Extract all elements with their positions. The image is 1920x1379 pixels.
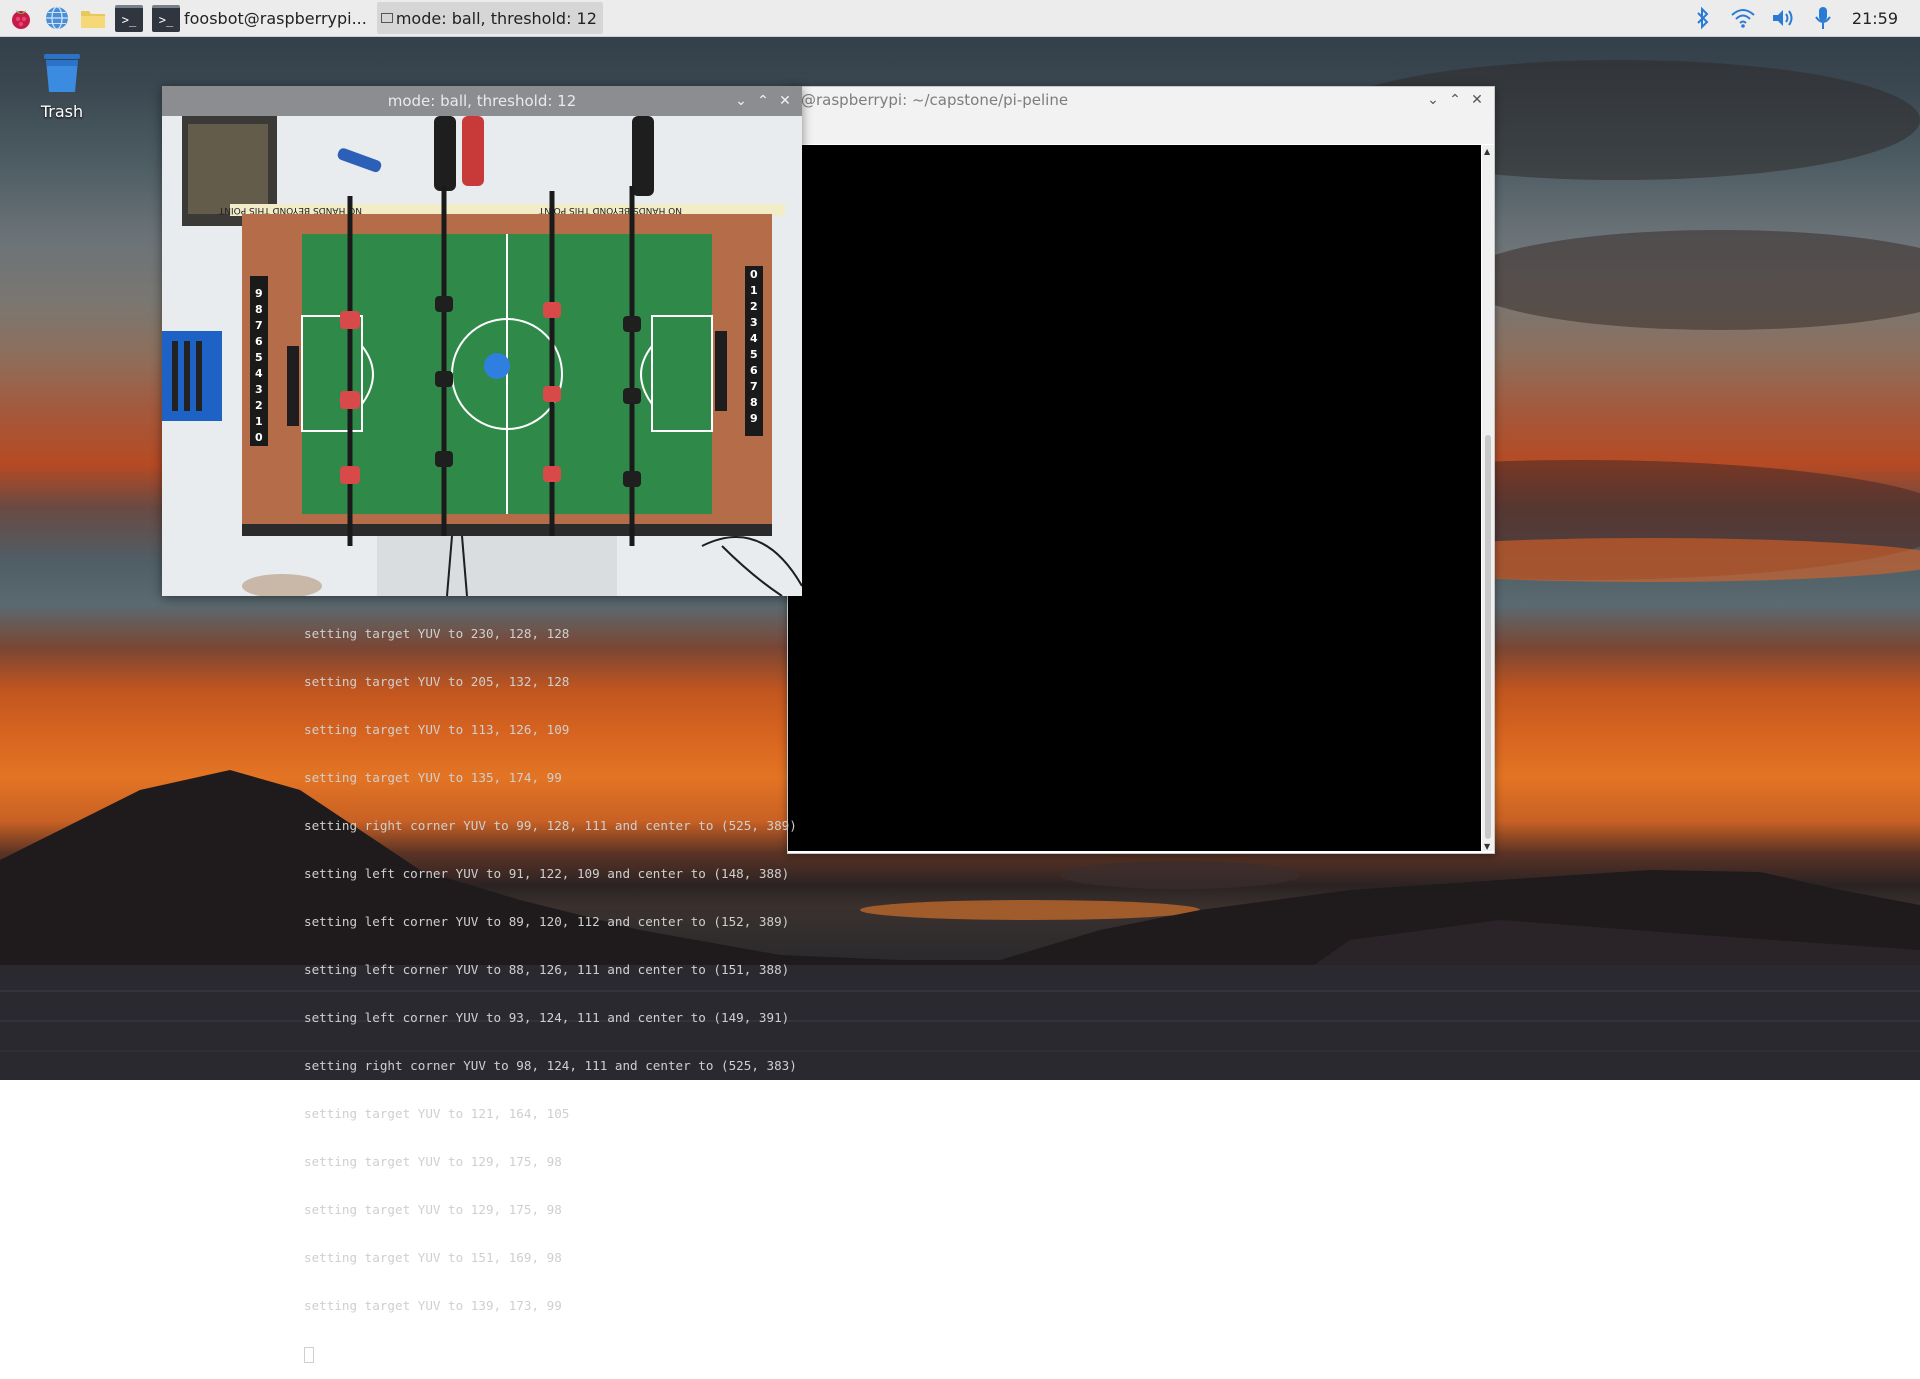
score-digit: 5 (255, 351, 263, 364)
taskbar-task-label: mode: ball, threshold: 12 (395, 8, 597, 28)
terminal-title: @raspberrypi: ~/capstone/pi-peline (801, 91, 1069, 109)
scroll-down-arrow[interactable]: ▼ (1484, 842, 1490, 851)
bluetooth-icon[interactable] (1688, 3, 1718, 33)
web-browser-icon[interactable] (42, 3, 72, 33)
score-digit: 2 (255, 399, 263, 412)
score-digit: 9 (255, 287, 263, 300)
maximize-button[interactable]: ⌃ (752, 86, 774, 116)
terminal-launcher-icon[interactable]: >_ (114, 3, 144, 33)
score-digit: 7 (255, 319, 263, 332)
taskbar-task-label: foosbot@raspberrypi... (184, 8, 367, 28)
score-digit: 4 (255, 367, 263, 380)
terminal-line: setting left corner YUV to 93, 124, 111 … (304, 1010, 790, 1025)
file-manager-icon[interactable] (78, 3, 108, 33)
score-digit: 9 (750, 412, 758, 425)
terminal-line: setting target YUV to 129, 175, 98 (304, 1202, 562, 1217)
raspberry-menu-icon[interactable] (6, 3, 36, 33)
microphone-icon[interactable] (1808, 3, 1838, 33)
terminal-titlebar[interactable]: @raspberrypi: ~/capstone/pi-peline ⌄ ⌃ ✕ (788, 87, 1494, 113)
score-digit: 0 (255, 431, 263, 444)
close-button[interactable]: ✕ (774, 86, 796, 116)
score-digit: 7 (750, 380, 758, 393)
terminal-line: setting left corner YUV to 89, 120, 112 … (304, 914, 790, 929)
desktop-trash[interactable]: Trash (34, 50, 90, 121)
trash-icon (44, 54, 80, 92)
system-tray: 21:59 (1678, 0, 1920, 36)
score-digit: 0 (750, 268, 758, 281)
terminal-icon: >_ (152, 4, 180, 32)
terminal-line: setting target YUV to 230, 128, 128 (304, 626, 570, 641)
window-icon (380, 13, 393, 23)
terminal-line: setting right corner YUV to 98, 124, 111… (304, 1058, 797, 1073)
terminal-lines: setting target YUV to 230, 128, 128 sett… (304, 594, 904, 1379)
score-digit: 1 (255, 415, 263, 428)
terminal-line: setting target YUV to 129, 175, 98 (304, 1154, 562, 1169)
terminal-line: setting target YUV to 139, 173, 99 (304, 1298, 562, 1313)
terminal-line: setting left corner YUV to 91, 122, 109 … (304, 866, 790, 881)
camera-titlebar[interactable]: mode: ball, threshold: 12 ⌄ ⌃ ✕ (162, 86, 802, 116)
score-digit: 1 (750, 284, 758, 297)
close-button[interactable]: ✕ (1466, 87, 1488, 113)
minimize-button[interactable]: ⌄ (1422, 87, 1444, 113)
trash-label: Trash (40, 102, 84, 121)
camera-window[interactable]: mode: ball, threshold: 12 ⌄ ⌃ ✕ NO HANDS… (162, 86, 802, 596)
terminal-line: setting target YUV to 151, 169, 98 (304, 1250, 562, 1265)
terminal-scrollbar[interactable]: ▲ ▼ (1482, 145, 1494, 851)
terminal-menubar (788, 113, 1494, 144)
ball-marker (484, 353, 510, 379)
scrollbar-thumb[interactable] (1485, 435, 1491, 839)
score-digit: 3 (750, 316, 758, 329)
wifi-icon[interactable] (1728, 3, 1758, 33)
score-digit: 6 (255, 335, 263, 348)
score-digit: 3 (255, 383, 263, 396)
maximize-button[interactable]: ⌃ (1444, 87, 1466, 113)
terminal-line: setting target YUV to 121, 164, 105 (304, 1106, 570, 1121)
scroll-up-arrow[interactable]: ▲ (1484, 147, 1490, 156)
banner-text: NO HANDS BEYOND THIS POINT (218, 205, 362, 215)
terminal-cursor (304, 1346, 314, 1363)
taskbar-task-camera[interactable]: mode: ball, threshold: 12 (376, 2, 603, 34)
terminal-line: setting target YUV to 205, 132, 128 (304, 674, 570, 689)
taskbar: >_ >_ foosbot@raspberrypi... mode: ball,… (0, 0, 1920, 37)
terminal-line: setting target YUV to 135, 174, 99 (304, 770, 562, 785)
volume-icon[interactable] (1768, 3, 1798, 33)
minimize-button[interactable]: ⌄ (730, 86, 752, 116)
taskbar-task-terminal[interactable]: >_ foosbot@raspberrypi... (148, 2, 373, 34)
terminal-line: setting target YUV to 113, 126, 109 (304, 722, 570, 737)
score-digit: 5 (750, 348, 758, 361)
score-digit: 8 (255, 303, 263, 316)
clock[interactable]: 21:59 (1852, 9, 1898, 28)
banner-text: NO HANDS BEYOND THIS POINT (538, 205, 682, 215)
terminal-line: setting left corner YUV to 88, 126, 111 … (304, 962, 790, 977)
score-digit: 4 (750, 332, 758, 345)
score-digit: 6 (750, 364, 758, 377)
foosball-table-image: NO HANDS BEYOND THIS POINT NO HANDS BEYO… (162, 116, 802, 596)
terminal-line: setting right corner YUV to 99, 128, 111… (304, 818, 797, 833)
camera-feed: NO HANDS BEYOND THIS POINT NO HANDS BEYO… (162, 116, 802, 596)
score-digit: 8 (750, 396, 758, 409)
score-digit: 2 (750, 300, 758, 313)
camera-title: mode: ball, threshold: 12 (387, 92, 577, 110)
